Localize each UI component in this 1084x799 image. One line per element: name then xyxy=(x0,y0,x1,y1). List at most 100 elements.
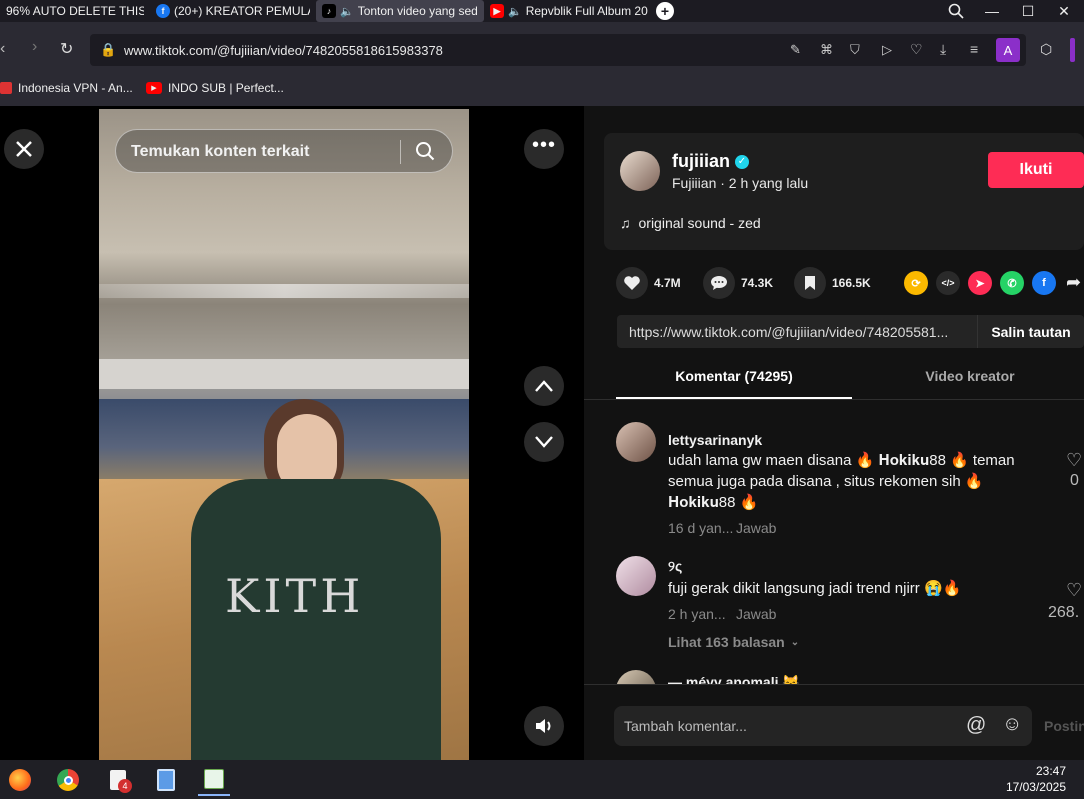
tab-youtube[interactable]: ▶ 🔈 Repvblik Full Album 20 xyxy=(484,0,654,22)
copy-link-button[interactable]: Salin tautan xyxy=(977,315,1084,348)
vpn-icon xyxy=(0,82,12,94)
creator-avatar[interactable] xyxy=(620,151,660,191)
back-icon[interactable]: ‹ xyxy=(0,40,5,58)
reply-button[interactable]: Jawab xyxy=(736,606,776,622)
comment-like-icon[interactable]: ♡ xyxy=(1066,580,1082,601)
repost-icon[interactable]: ⟳ xyxy=(904,271,928,295)
commenter-avatar[interactable] xyxy=(616,670,656,684)
view-replies-button[interactable]: Lihat 163 balasan ⌄ xyxy=(668,634,799,650)
like-stat[interactable]: 4.7M xyxy=(616,267,681,299)
document-app-icon[interactable]: 4 xyxy=(102,764,134,796)
creator-card: fujiiian ✓ Fujiiian · 2 h yang lalu Ikut… xyxy=(604,133,1084,250)
bookmark-indo-sub[interactable]: ▶ INDO SUB | Perfect... xyxy=(146,81,284,95)
tab-strip: 96% AUTO DELETE THIS N f (20+) KREATOR P… xyxy=(0,0,1084,22)
menu-icon[interactable]: ≡ xyxy=(970,41,978,57)
comment-stat[interactable]: 74.3K xyxy=(703,267,773,299)
creator-username[interactable]: fujiiian xyxy=(672,151,730,172)
comment-text: udah lama gw maen disana 🔥 𝐇𝐨𝐤𝐢𝐤𝐮88 🔥 te… xyxy=(668,452,1015,511)
navigation-bar: ‹ › ↻ 🔒 www.tiktok.com/@fujiiian/video/7… xyxy=(0,30,1084,70)
sound-link[interactable]: ♫ original sound - zed xyxy=(620,215,761,231)
commenter-name[interactable]: — méyy anomali 😸 xyxy=(668,674,800,684)
tab-search-icon[interactable] xyxy=(938,0,974,22)
lock-icon: 🔒 xyxy=(100,42,117,57)
play-icon[interactable]: ▷ xyxy=(882,42,892,58)
tab-divider xyxy=(0,22,1084,30)
tab-facebook[interactable]: f (20+) KREATOR PEMULA F xyxy=(150,0,316,22)
address-bar[interactable]: 🔒 www.tiktok.com/@fujiiian/video/7482055… xyxy=(90,34,1026,66)
save-stat[interactable]: 166.5K xyxy=(794,267,871,299)
tab-creator-videos[interactable]: Video kreator xyxy=(852,368,1084,398)
reload-icon[interactable]: ↻ xyxy=(60,39,73,59)
search-icon[interactable] xyxy=(415,141,435,161)
commenter-avatar[interactable] xyxy=(616,422,656,462)
maximize-button[interactable]: ☐ xyxy=(1010,0,1046,22)
mention-icon[interactable]: @ xyxy=(966,714,986,737)
url-text[interactable]: www.tiktok.com/@fujiiian/video/748205581… xyxy=(124,43,443,58)
extensions-icon[interactable]: ⬡ xyxy=(1040,41,1052,58)
emoji-icon[interactable]: ☺ xyxy=(1002,713,1022,736)
video-player[interactable]: KITH Temukan konten terkait xyxy=(99,109,469,760)
tab-auto-delete[interactable]: 96% AUTO DELETE THIS N xyxy=(0,0,150,22)
profile-avatar[interactable]: A xyxy=(996,38,1020,62)
edit-icon[interactable]: ✎ xyxy=(790,42,801,58)
bookmark-vpn[interactable]: Indonesia VPN - An... xyxy=(0,81,133,95)
download-icon[interactable]: ⤓ xyxy=(940,41,946,58)
whatsapp-icon[interactable]: ✆ xyxy=(1000,271,1024,295)
related-search-box[interactable]: Temukan konten terkait xyxy=(115,129,453,173)
system-clock[interactable]: 23:47 17/03/2025 xyxy=(1006,763,1066,795)
music-note-icon: ♫ xyxy=(620,215,631,231)
related-search-input[interactable]: Temukan konten terkait xyxy=(131,143,309,161)
heart-icon[interactable]: ♡ xyxy=(910,41,923,58)
task-manager-icon[interactable] xyxy=(198,764,230,796)
more-icon: ••• xyxy=(531,134,556,156)
clock-date: 17/03/2025 xyxy=(1005,780,1066,794)
facebook-share-icon[interactable]: f xyxy=(1032,271,1056,295)
comment-input[interactable]: Tambah komentar... xyxy=(624,718,747,734)
new-tab-button[interactable]: + xyxy=(656,2,674,20)
comment-like-count: 268. xyxy=(1048,604,1080,621)
send-icon[interactable]: ➤ xyxy=(968,271,992,295)
close-video-button[interactable] xyxy=(4,129,44,169)
follow-button[interactable]: Ikuti xyxy=(988,152,1084,188)
comment-time: 2 h yan... xyxy=(668,606,726,622)
chevron-up-icon xyxy=(535,380,553,392)
youtube-icon: ▶ xyxy=(490,4,504,18)
chevron-down-icon: ⌄ xyxy=(790,636,800,648)
volume-icon xyxy=(536,719,551,733)
commenter-avatar[interactable] xyxy=(616,556,656,596)
next-video-button[interactable] xyxy=(524,422,564,462)
search-divider xyxy=(400,140,401,164)
taskbar: 4 23:47 17/03/2025 xyxy=(0,760,1084,799)
sidebar-toggle[interactable] xyxy=(1070,38,1075,62)
comment-item: ୨ς fuji gerak dikit langsung jadi trend … xyxy=(584,548,1084,650)
embed-icon[interactable]: </> xyxy=(936,271,960,295)
post-comment-button[interactable]: Posting xyxy=(1044,718,1084,734)
forward-icon[interactable]: › xyxy=(32,38,37,56)
more-options-button[interactable]: ••• xyxy=(524,129,564,169)
comment-like-count: 0 xyxy=(1070,472,1079,489)
calculator-icon[interactable] xyxy=(150,764,182,796)
tab-comments[interactable]: Komentar (74295) xyxy=(616,368,852,398)
comment-time: 16 d yan... xyxy=(668,520,734,536)
input-divider xyxy=(584,684,1084,685)
tab-tiktok[interactable]: ♪ 🔈 Tonton video yang sed xyxy=(316,0,484,22)
comment-input-box[interactable]: Tambah komentar... @ ☺ xyxy=(614,706,1032,746)
minimize-button[interactable]: — xyxy=(974,0,1010,22)
commenter-name[interactable]: ୨ς xyxy=(668,558,682,575)
previous-video-button[interactable] xyxy=(524,366,564,406)
share-link-text[interactable]: https://www.tiktok.com/@fujiiian/video/7… xyxy=(629,324,969,340)
chrome-icon[interactable] xyxy=(52,764,84,796)
verified-icon: ✓ xyxy=(735,154,749,169)
firefox-icon[interactable] xyxy=(4,764,36,796)
comment-like-icon[interactable]: ♡ xyxy=(1066,450,1082,471)
close-window-button[interactable]: ✕ xyxy=(1046,0,1082,22)
speaker-icon: 🔈 xyxy=(508,5,522,18)
share-icon[interactable]: ➦ xyxy=(1066,272,1081,293)
volume-button[interactable] xyxy=(524,706,564,746)
speaker-icon: 🔈 xyxy=(340,5,354,18)
shield-icon[interactable]: ⛉ xyxy=(850,42,860,58)
reply-button[interactable]: Jawab xyxy=(736,520,776,536)
camera-icon[interactable]: ⌘ xyxy=(820,42,833,58)
creator-name-row: fujiiian ✓ xyxy=(672,151,749,172)
commenter-name[interactable]: lettysarinanyk xyxy=(668,432,762,448)
